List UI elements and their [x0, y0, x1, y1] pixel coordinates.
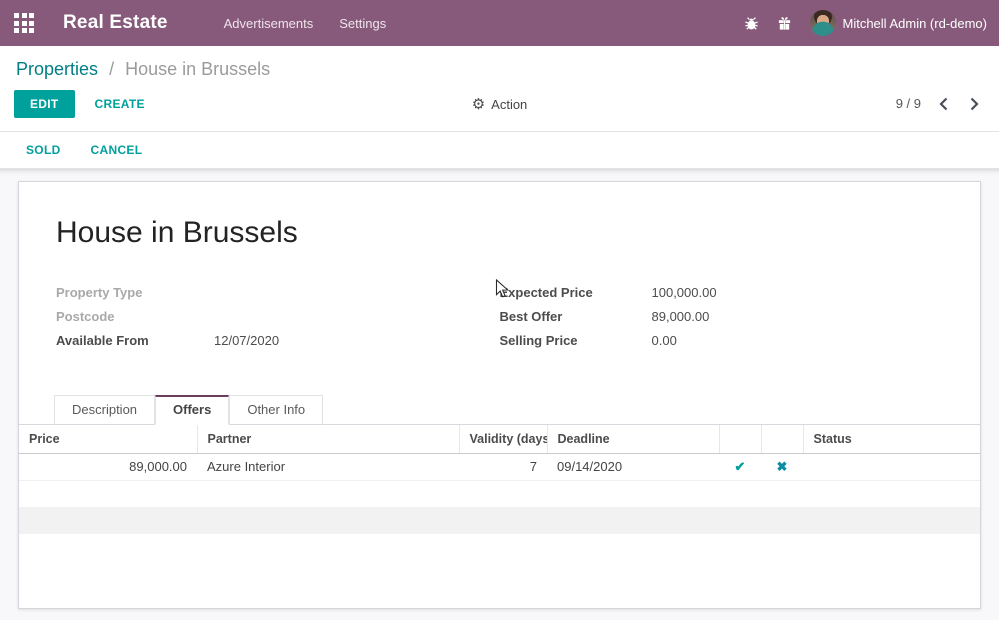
app-brand[interactable]: Real Estate — [63, 12, 168, 34]
field-value: 89,000.00 — [652, 309, 710, 325]
user-avatar — [810, 10, 836, 36]
field-value: 12/07/2020 — [214, 333, 279, 349]
column-header-status[interactable]: Status — [803, 425, 980, 453]
offer-deadline-cell: 09/14/2020 — [547, 453, 719, 480]
record-title: House in Brussels — [56, 215, 943, 251]
column-header-partner[interactable]: Partner — [197, 425, 459, 453]
breadcrumb-separator: / — [109, 59, 114, 79]
form-sheet: House in Brussels Property Type Postcode… — [18, 181, 981, 609]
empty-table-row — [19, 507, 980, 534]
empty-table-row — [19, 534, 980, 561]
offer-partner-cell: Azure Interior — [197, 453, 459, 480]
user-menu[interactable]: Mitchell Admin (rd-demo) — [810, 10, 988, 36]
action-menu[interactable]: ⚙ Action — [472, 95, 528, 113]
menu-item-settings[interactable]: Settings — [339, 16, 386, 31]
field-label: Postcode — [56, 309, 214, 325]
field-label: Expected Price — [500, 285, 652, 301]
tab-offers[interactable]: Offers — [155, 395, 229, 425]
breadcrumb-current: House in Brussels — [125, 59, 270, 79]
apps-menu-icon[interactable] — [14, 13, 34, 33]
apps-grid-icon — [14, 13, 34, 33]
accept-offer-icon[interactable]: ✔ — [735, 459, 746, 474]
offer-status-cell — [803, 453, 980, 480]
chevron-left-icon — [939, 97, 948, 111]
field-postcode: Postcode — [56, 309, 500, 325]
breadcrumb-parent[interactable]: Properties — [16, 59, 98, 79]
column-header-validity[interactable]: Validity (days) — [459, 425, 547, 453]
breadcrumb: Properties / House in Brussels — [0, 46, 999, 87]
menu-item-advertisements[interactable]: Advertisements — [224, 16, 314, 31]
field-available-from: Available From 12/07/2020 — [56, 333, 500, 349]
gear-icon: ⚙ — [472, 95, 485, 113]
navbar-right: Mitchell Admin (rd-demo) — [744, 10, 988, 36]
field-property-type: Property Type — [56, 285, 500, 301]
pager-value: 9 / 9 — [896, 96, 921, 111]
top-navbar: Real Estate Advertisements Settings — [0, 0, 999, 46]
user-name: Mitchell Admin (rd-demo) — [843, 16, 988, 31]
tab-description[interactable]: Description — [54, 395, 155, 425]
action-menu-wrapper: ⚙ Action — [0, 87, 999, 121]
field-label: Available From — [56, 333, 214, 349]
column-header-refuse — [761, 425, 803, 453]
tab-list: Description Offers Other Info — [19, 395, 980, 425]
offer-price-cell: 89,000.00 — [19, 453, 197, 480]
edit-button[interactable]: EDIT — [14, 90, 75, 118]
field-column-left: Property Type Postcode Available From 12… — [56, 285, 500, 357]
field-selling-price: Selling Price 0.00 — [500, 333, 944, 349]
offers-header-row: Price Partner Validity (days) Deadline S… — [19, 425, 980, 453]
navbar-menu: Advertisements Settings — [224, 16, 387, 31]
pager: 9 / 9 — [896, 96, 983, 111]
sold-button[interactable]: SOLD — [26, 143, 61, 157]
control-panel: Properties / House in Brussels EDIT CREA… — [0, 46, 999, 132]
field-groups: Property Type Postcode Available From 12… — [56, 285, 943, 357]
chevron-right-icon — [970, 97, 979, 111]
create-button[interactable]: CREATE — [95, 97, 145, 111]
field-best-offer: Best Offer 89,000.00 — [500, 309, 944, 325]
field-label: Selling Price — [500, 333, 652, 349]
field-label: Property Type — [56, 285, 214, 301]
field-value: 100,000.00 — [652, 285, 717, 301]
refuse-offer-icon[interactable]: ✖ — [777, 459, 788, 474]
offer-row[interactable]: 89,000.00 Azure Interior 7 09/14/2020 ✔ … — [19, 453, 980, 480]
field-value: 0.00 — [652, 333, 677, 349]
offer-validity-cell: 7 — [459, 453, 547, 480]
content-area: House in Brussels Property Type Postcode… — [0, 169, 999, 620]
field-label: Best Offer — [500, 309, 652, 325]
empty-table-row — [19, 480, 980, 507]
action-label: Action — [491, 97, 527, 112]
field-column-right: Expected Price 100,000.00 Best Offer 89,… — [500, 285, 944, 357]
bug-icon[interactable] — [744, 16, 759, 31]
form-statusbar: SOLD CANCEL — [0, 132, 999, 169]
gift-icon[interactable] — [777, 16, 792, 31]
column-header-accept — [719, 425, 761, 453]
pager-next-button[interactable] — [966, 97, 983, 111]
tab-other-info[interactable]: Other Info — [229, 395, 323, 425]
offers-table: Price Partner Validity (days) Deadline S… — [19, 425, 980, 561]
notebook: Description Offers Other Info Price Part… — [19, 395, 980, 561]
pager-previous-button[interactable] — [935, 97, 952, 111]
cancel-button[interactable]: CANCEL — [91, 143, 143, 157]
column-header-price[interactable]: Price — [19, 425, 197, 453]
control-buttons-row: EDIT CREATE ⚙ Action 9 / 9 — [0, 87, 999, 131]
field-expected-price: Expected Price 100,000.00 — [500, 285, 944, 301]
column-header-deadline[interactable]: Deadline — [547, 425, 719, 453]
